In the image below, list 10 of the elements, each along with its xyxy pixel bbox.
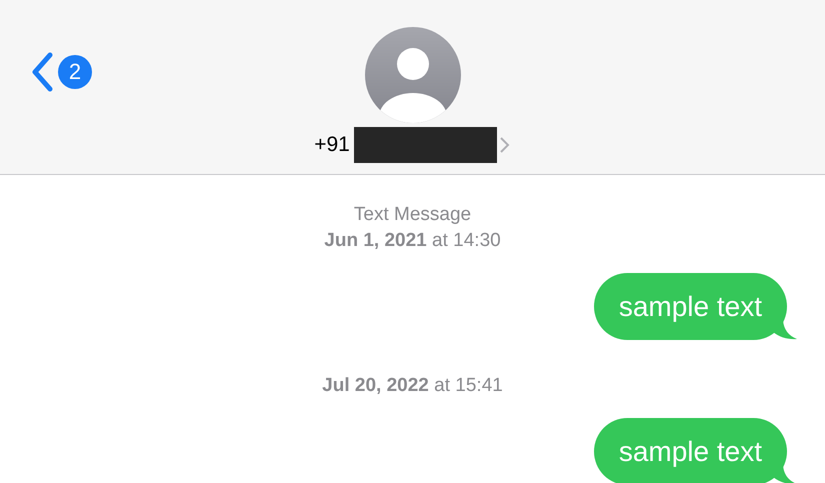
timestamp: Jun 1, 2021 at 14:30 <box>324 229 501 253</box>
back-button[interactable]: 2 <box>30 52 92 92</box>
message-bubble[interactable]: sample text <box>594 418 787 483</box>
service-label: Text Message <box>354 203 472 227</box>
phone-number[interactable]: +91 <box>314 133 350 157</box>
message-bubble[interactable]: sample text <box>594 273 787 340</box>
bubble-tail <box>773 320 797 340</box>
unread-badge: 2 <box>58 55 92 89</box>
bubble-tail <box>773 465 797 483</box>
timestamp: Jul 20, 2022 at 15:41 <box>322 374 503 398</box>
